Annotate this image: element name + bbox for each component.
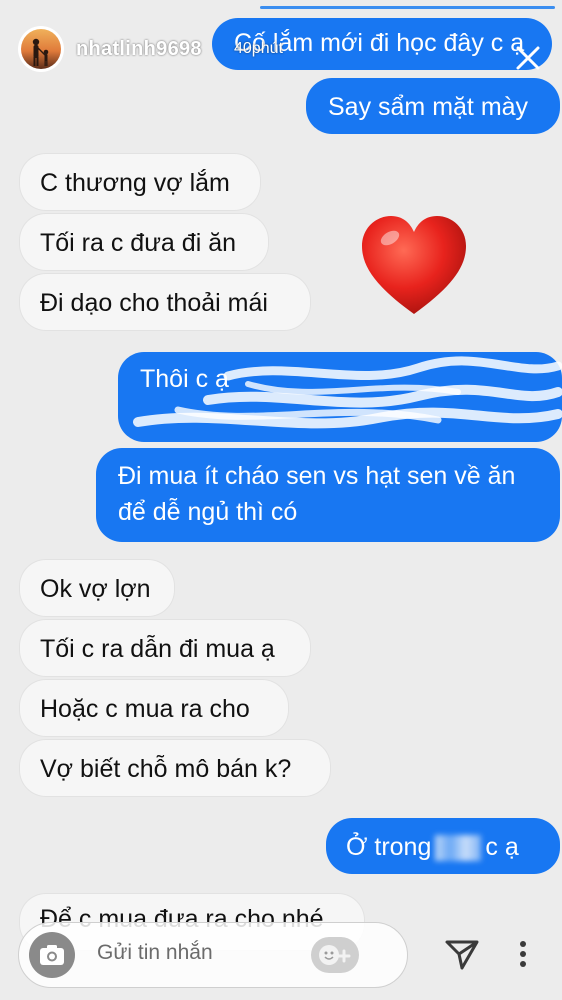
message-bubble-outgoing: Đi mua ít cháo sen vs hạt sen về ăn để d… — [96, 448, 560, 542]
message-text: Vợ biết chỗ mô bán k? — [40, 755, 292, 783]
message-text: Đi mua ít cháo sen vs hạt sen về ăn — [118, 462, 516, 490]
message-bubble-outgoing: Ở trong c ạ — [326, 818, 560, 874]
message-bubble-incoming: Hoặc c mua ra cho — [20, 680, 288, 736]
message-bubble-incoming: C thương vợ lắm — [20, 154, 260, 210]
message-text: Ok vợ lợn — [40, 575, 151, 603]
more-icon — [520, 941, 526, 967]
sticker-icon — [319, 945, 351, 965]
sticker-button[interactable] — [311, 937, 359, 973]
close-button[interactable] — [508, 38, 548, 78]
more-options-button[interactable] — [508, 934, 538, 974]
message-text: Hoặc c mua ra cho — [40, 695, 250, 723]
message-bubble-outgoing: Say sẩm mặt mày — [306, 78, 560, 134]
avatar-silhouette-icon — [32, 38, 49, 66]
message-input-placeholder[interactable]: Gửi tin nhắn — [97, 941, 213, 965]
message-text: Đi dạo cho thoải mái — [40, 289, 268, 317]
message-text: c ạ — [485, 833, 519, 861]
close-icon — [516, 46, 540, 70]
send-icon — [445, 940, 479, 970]
message-composer[interactable]: Gửi tin nhắn — [18, 922, 408, 988]
message-bubble-incoming: Tối c ra dẫn đi mua ạ — [20, 620, 310, 676]
story-progress-bar — [260, 6, 555, 9]
avatar[interactable] — [18, 26, 64, 72]
story-timestamp: 40phút — [234, 40, 283, 57]
message-text: Tối c ra dẫn đi mua ạ — [40, 635, 275, 663]
message-text: Tối ra c đưa đi ăn — [40, 229, 236, 257]
message-text: Ở trong — [346, 833, 432, 861]
redaction-scribble — [133, 356, 562, 429]
story-username[interactable]: nhatlinh9698 — [76, 38, 202, 61]
camera-icon — [40, 945, 64, 965]
message-bubble-incoming: Tối ra c đưa đi ăn — [20, 214, 268, 270]
heart-sticker — [362, 216, 466, 314]
message-text: để dễ ngủ thì có — [118, 498, 298, 526]
message-text: C thương vợ lắm — [40, 169, 230, 197]
redaction-blur — [435, 835, 482, 862]
message-bubble-incoming: Vợ biết chỗ mô bán k? — [20, 740, 330, 796]
message-bubble-incoming: Đi dạo cho thoải mái — [20, 274, 310, 330]
camera-button[interactable] — [29, 932, 75, 978]
message-text: Say sẩm mặt mày — [328, 93, 529, 121]
message-bubble-incoming: Ok vợ lợn — [20, 560, 174, 616]
send-button[interactable] — [442, 934, 482, 974]
